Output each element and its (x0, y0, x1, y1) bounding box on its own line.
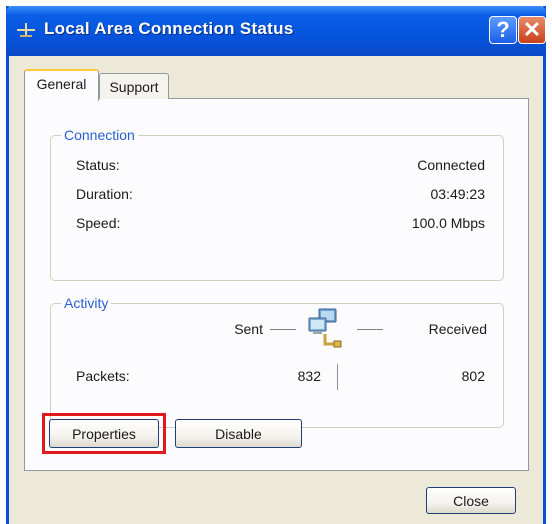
sent-label: Sent (234, 321, 263, 337)
received-connector-line (357, 329, 383, 330)
packets-sent-value: 832 (297, 368, 321, 384)
status-value: Connected (417, 157, 485, 173)
connection-group-label: Connection (61, 127, 138, 143)
close-button[interactable]: Close (426, 487, 516, 514)
duration-value: 03:49:23 (430, 186, 486, 202)
network-plug-icon (17, 23, 35, 37)
close-icon: ✕ (522, 17, 542, 42)
tab-support-label: Support (109, 79, 159, 95)
status-dialog: Local Area Connection Status ? ✕ General… (6, 6, 546, 524)
title-close-button[interactable]: ✕ (518, 16, 546, 44)
help-button[interactable]: ? (489, 16, 517, 44)
sent-connector-line (270, 329, 296, 330)
received-label: Received (428, 321, 487, 337)
speed-label: Speed: (76, 215, 121, 231)
duration-label: Duration: (76, 186, 133, 202)
general-tab-panel: Connection Status: Connected Duration: 0… (24, 98, 529, 471)
speed-value: 100.0 Mbps (411, 215, 485, 231)
packets-label: Packets: (76, 368, 130, 384)
tab-general-label: General (36, 76, 87, 92)
tab-support[interactable]: Support (99, 73, 169, 99)
properties-button[interactable]: Properties (49, 419, 159, 448)
tab-general[interactable]: General (24, 69, 99, 101)
packets-divider (337, 364, 338, 390)
help-icon: ? (496, 17, 510, 42)
disable-button[interactable]: Disable (175, 419, 302, 448)
network-connection-icon (308, 308, 342, 348)
status-label: Status: (76, 157, 120, 173)
title-bar[interactable]: Local Area Connection Status ? ✕ (6, 6, 546, 56)
connection-group: Connection Status: Connected Duration: 0… (50, 127, 504, 281)
window-title: Local Area Connection Status (44, 19, 294, 38)
activity-group-label: Activity (61, 295, 112, 311)
activity-group: Activity Sent Received Packets: 832 802 (50, 295, 504, 428)
packets-received-value: 802 (461, 368, 485, 384)
